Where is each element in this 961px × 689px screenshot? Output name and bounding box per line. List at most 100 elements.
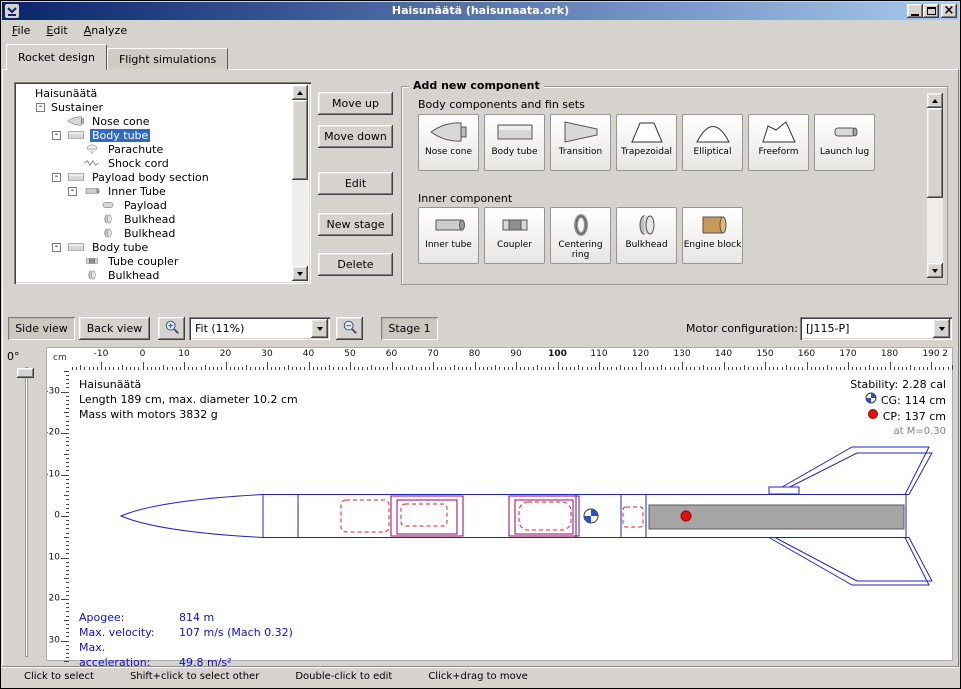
tree-expander-icon[interactable]: - bbox=[52, 173, 61, 182]
launch-lug-shape[interactable] bbox=[769, 487, 799, 494]
tree-item-parachute[interactable]: Parachute bbox=[17, 142, 291, 156]
component-panel-scrollbar[interactable] bbox=[927, 93, 943, 278]
combo-dropdown-button[interactable] bbox=[933, 319, 950, 338]
edit-button[interactable]: Edit bbox=[318, 172, 393, 195]
add-bulkhead-button[interactable]: Bulkhead bbox=[616, 207, 677, 264]
title-bar[interactable]: Haisunäätä (haisunaata.ork) × bbox=[2, 2, 959, 20]
tree-item-bulkhead[interactable]: Bulkhead bbox=[17, 226, 291, 240]
engine-block-icon bbox=[693, 212, 733, 238]
tree-item-payload[interactable]: Payload bbox=[17, 198, 291, 212]
tab-rocket-design[interactable]: Rocket design bbox=[6, 44, 107, 70]
tree-expander-icon[interactable]: - bbox=[52, 131, 61, 140]
add-coupler-button[interactable]: Coupler bbox=[484, 207, 545, 264]
minimize-button[interactable] bbox=[907, 4, 923, 18]
side-view-button[interactable]: Side view bbox=[8, 317, 75, 340]
add-nose-cone-button[interactable]: Nose cone bbox=[418, 114, 479, 171]
add-freeform-button[interactable]: Freeform bbox=[748, 114, 809, 171]
add-launch-lug-button[interactable]: Launch lug bbox=[814, 114, 875, 171]
launch-lug-icon bbox=[825, 119, 865, 145]
payload-icon bbox=[97, 199, 119, 211]
scroll-up-button[interactable] bbox=[927, 93, 943, 108]
nose-cone-shape[interactable] bbox=[121, 495, 263, 538]
tree-item-label: Parachute bbox=[106, 143, 165, 156]
add-trapezoidal-button[interactable]: Trapezoidal bbox=[616, 114, 677, 171]
max-velocity-value: 107 m/s (Mach 0.32) bbox=[179, 626, 293, 639]
scroll-down-button[interactable] bbox=[927, 263, 943, 278]
motor-configuration-combo[interactable]: [J115-P] bbox=[800, 317, 952, 340]
scrollbar-thumb[interactable] bbox=[292, 100, 308, 180]
vertical-ruler: -30-20-100102030 bbox=[47, 370, 69, 662]
zoom-level-combo[interactable]: Fit (11%) bbox=[189, 317, 330, 340]
combo-dropdown-button[interactable] bbox=[311, 319, 328, 338]
rotation-slider-track[interactable] bbox=[25, 367, 28, 657]
tree-item-bulkhead[interactable]: Bulkhead bbox=[17, 212, 291, 226]
tab-flight-simulations[interactable]: Flight simulations bbox=[107, 48, 228, 70]
add-engine-block-button[interactable]: Engine block bbox=[682, 207, 743, 264]
add-body-tube-button[interactable]: Body tube bbox=[484, 114, 545, 171]
ruler-label: 0 bbox=[140, 349, 146, 359]
ruler-label: 20 bbox=[49, 594, 60, 604]
tree-item-label: Haisunäätä bbox=[33, 87, 99, 100]
rocket-name: Haisunäätä bbox=[79, 377, 298, 392]
app-icon[interactable] bbox=[5, 4, 19, 18]
close-button[interactable]: × bbox=[941, 4, 957, 18]
add-elliptical-button[interactable]: Elliptical bbox=[682, 114, 743, 171]
move-up-button[interactable]: Move up bbox=[318, 92, 393, 115]
rotation-angle-label: 0° bbox=[7, 350, 20, 363]
menu-edit[interactable]: Edit bbox=[38, 21, 75, 40]
tree-item-body-tube[interactable]: -Body tube bbox=[17, 240, 291, 254]
zoom-out-button[interactable] bbox=[336, 317, 363, 340]
tree-item-inner-tube[interactable]: -Inner Tube bbox=[17, 184, 291, 198]
zoom-in-button[interactable] bbox=[158, 317, 185, 340]
motor-configuration-value: [J115-P] bbox=[806, 322, 849, 335]
body-tube-icon bbox=[65, 129, 87, 141]
add-centering-ring-button[interactable]: Centering ring bbox=[550, 207, 611, 264]
tree-item-nose-cone[interactable]: Nose cone bbox=[17, 114, 291, 128]
new-stage-button[interactable]: New stage bbox=[318, 213, 393, 236]
ruler-label: 80 bbox=[469, 349, 480, 359]
move-down-button[interactable]: Move down bbox=[318, 125, 393, 148]
maximize-button[interactable] bbox=[923, 4, 939, 18]
menu-file[interactable]: File bbox=[4, 21, 38, 40]
component-button-label: Elliptical bbox=[694, 147, 732, 157]
ruler-label: 150 bbox=[756, 349, 773, 359]
menu-analyze[interactable]: Analyze bbox=[76, 21, 135, 40]
tree-expander-icon[interactable]: - bbox=[68, 187, 77, 196]
tree-item-tube-coupler[interactable]: Tube coupler bbox=[17, 254, 291, 268]
delete-button[interactable]: Delete bbox=[318, 253, 393, 276]
bulkhead-icon bbox=[627, 212, 667, 238]
mach-note: at M=0.30 bbox=[850, 424, 946, 439]
tree-scrollbar[interactable] bbox=[292, 85, 308, 281]
zoom-level-value: Fit (11%) bbox=[195, 322, 244, 335]
cp-icon bbox=[867, 408, 879, 424]
tree-expander-icon[interactable]: - bbox=[36, 103, 45, 112]
ruler-label: 0 bbox=[54, 511, 60, 521]
add-transition-button[interactable]: Transition bbox=[550, 114, 611, 171]
close-icon: × bbox=[944, 6, 955, 16]
tree-item-sustainer[interactable]: -Sustainer bbox=[17, 100, 291, 114]
fin-shape[interactable] bbox=[769, 538, 929, 586]
tree-item-body-tube[interactable]: -Body tube bbox=[17, 128, 291, 142]
stability-block: Stability: 2.28 cal CG: 114 cm CP: 137 c… bbox=[850, 377, 946, 439]
rocket-canvas[interactable]: Haisunäätä Length 189 cm, max. diameter … bbox=[69, 370, 954, 662]
stage-1-toggle[interactable]: Stage 1 bbox=[381, 317, 438, 340]
back-view-button[interactable]: Back view bbox=[79, 317, 150, 340]
tree-item-label: Bulkhead bbox=[106, 269, 161, 282]
add-inner-tube-button[interactable]: Inner tube bbox=[418, 207, 479, 264]
body-tube-icon bbox=[65, 241, 87, 253]
scrollbar-thumb[interactable] bbox=[927, 108, 943, 198]
ruler-label: 40 bbox=[303, 349, 314, 359]
tree-item-haisun-t[interactable]: Haisunäätä bbox=[17, 86, 291, 100]
rocket-dimensions: Length 189 cm, max. diameter 10.2 cm bbox=[79, 392, 298, 407]
shock-cord-icon bbox=[81, 157, 103, 169]
scroll-down-button[interactable] bbox=[292, 266, 308, 281]
section-label: Body components and fin sets bbox=[418, 98, 585, 111]
tree-item-shock-cord[interactable]: Shock cord bbox=[17, 156, 291, 170]
rotation-slider-handle[interactable] bbox=[17, 368, 34, 378]
scroll-up-button[interactable] bbox=[292, 85, 308, 100]
tree-item-label: Sustainer bbox=[49, 101, 105, 114]
tree-item-bulkhead[interactable]: Bulkhead bbox=[17, 268, 291, 282]
tree-item-payload-body-section[interactable]: -Payload body section bbox=[17, 170, 291, 184]
ruler-label: -10 bbox=[94, 349, 109, 359]
tree-expander-icon[interactable]: - bbox=[52, 243, 61, 252]
